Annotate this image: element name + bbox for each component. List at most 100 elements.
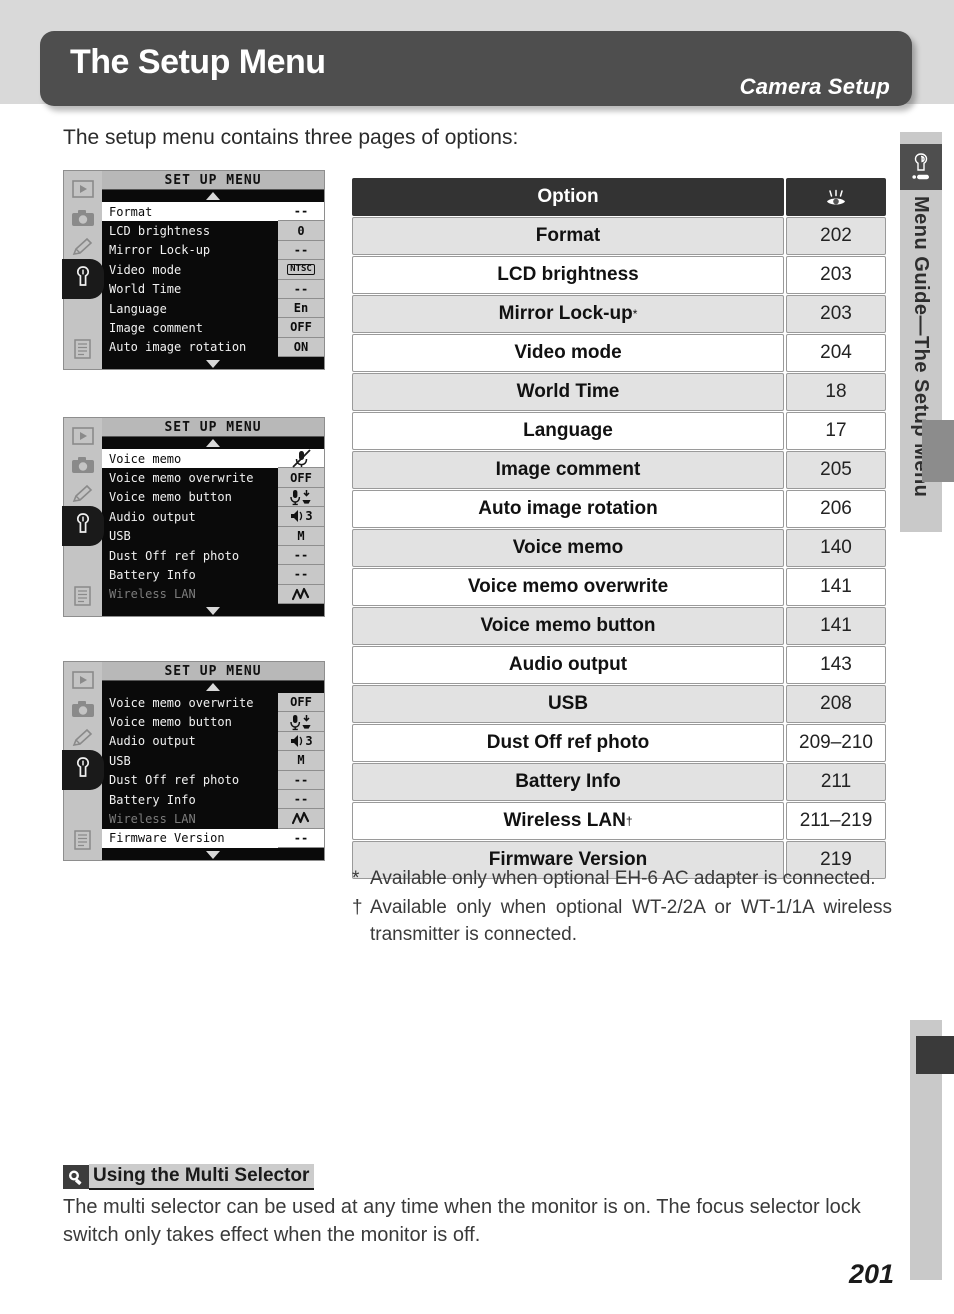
scroll-up-arrow-icon[interactable] [102,437,324,449]
lcd-menu-item[interactable]: Voice memo button [102,712,324,732]
scroll-up-arrow-icon[interactable] [102,190,324,202]
footnote-text: Available only when optional WT-2/2A or … [370,896,892,945]
lcd-menu-item-label: Video mode [109,262,182,277]
lcd-menu-item-value: -- [278,789,324,810]
lcd-menu-item[interactable]: Audio output 3 [102,731,324,752]
lcd-menu-item[interactable]: Dust Off ref photo -- [102,545,324,566]
option-name-cell: Voice memo overwrite [352,568,784,606]
lcd-menu-item-label: Wireless LAN [109,587,196,602]
option-name-cell: Audio output [352,646,784,684]
lcd-menu-item[interactable]: Language En [102,298,324,319]
option-name-label: Voice memo button [480,615,656,636]
lcd-menu-item[interactable]: Voice memo overwrite OFF [102,468,324,488]
page-number: 201 [848,1259,894,1289]
lcd-menu-item-value: 3 [278,731,324,752]
lcd-body: SET UP MENU Voice memo Voice memo overwrit… [102,418,324,616]
camera-icon[interactable] [70,697,96,721]
lcd-menu-item-label: Battery Info [109,792,196,807]
lcd-menu-item-label: Wireless LAN [109,811,196,826]
option-name-label: USB [547,693,589,714]
lcd-menu-item[interactable]: Voice memo overwrite OFF [102,693,324,713]
playback-icon[interactable] [70,177,96,201]
lcd-menu-item[interactable]: World Time -- [102,279,324,299]
mic-off-icon [278,449,324,469]
lcd-menu-item-label: Battery Info [109,567,196,582]
option-name-cell: Language [352,412,784,450]
audio-level-value: 3 [305,509,313,524]
lcd-menu-item-label: Auto image rotation [109,340,247,355]
lcd-menu-item[interactable]: Video mode NTSC [102,260,324,280]
lcd-menu-item[interactable]: Voice memo button [102,487,324,508]
lcd-menu-item[interactable]: Format -- [102,202,324,222]
lcd-menu-item-label: USB [109,753,131,768]
lcd-menu-item[interactable]: Mirror Lock-up -- [102,240,324,261]
wrench-icon[interactable] [70,511,96,535]
option-name-label: Auto image rotation [478,498,658,519]
scroll-down-arrow-icon[interactable] [102,848,324,860]
table-row: Battery Info 211 [352,763,886,801]
lcd-menu-item[interactable]: Battery Info -- [102,565,324,585]
page-reference-cell: 203 [786,256,886,294]
lcd-menu-item[interactable]: LCD brightness 0 [102,221,324,241]
lcd-menu-item-value: ON [278,337,324,357]
lcd-tab-rail [62,662,104,860]
lcd-menu-item-label: Image comment [109,320,203,335]
lcd-menu-item[interactable]: Audio output 3 [102,507,324,527]
document-icon[interactable] [70,828,96,852]
pencil-icon[interactable] [70,482,96,506]
document-icon[interactable] [70,584,96,608]
table-row: Voice memo 140 [352,529,886,567]
pencil-icon[interactable] [70,235,96,259]
lcd-menu-item[interactable]: Wireless LAN [102,809,324,829]
lcd-menu-item-label: Mirror Lock-up [109,243,211,258]
playback-icon[interactable] [70,424,96,448]
footnote-text: Available only when optional EH-6 AC ada… [370,868,876,889]
video-mode-value: NTSC [287,263,315,275]
option-name-cell: Dust Off ref photo [352,724,784,762]
lcd-menu-item[interactable]: Voice memo [102,449,324,469]
scroll-up-arrow-icon[interactable] [102,681,324,693]
lcd-menu-item-value: -- [278,565,324,585]
lcd-menu-item[interactable]: Firmware Version -- [102,828,324,848]
option-name-label: Wireless LAN [503,810,626,831]
lcd-menu-item[interactable]: Auto image rotation ON [102,337,324,357]
tip-header: Using the Multi Selector [63,1164,889,1190]
lcd-menu-item-label: Format [109,204,153,219]
playback-icon[interactable] [70,668,96,692]
page-reference-cell: 211 [786,763,886,801]
options-table: Option Format 202 LCD brightness 203 Mirror L… [352,178,886,880]
lcd-menu-item-value: -- [278,202,324,222]
lcd-menu-item-value: M [278,751,324,771]
scroll-down-arrow-icon[interactable] [102,604,324,616]
wireless-icon [278,809,324,829]
lcd-menu-item-value: -- [278,240,324,261]
scroll-down-arrow-icon[interactable] [102,357,324,369]
lcd-menu-item-value: -- [278,770,324,790]
option-name-label: Battery Info [515,771,621,792]
page-reference-cell: 209–210 [786,724,886,762]
lcd-menu-item-value: NTSC [278,260,324,280]
audio-level-value: 3 [305,733,313,748]
table-row: Dust Off ref photo 209–210 [352,724,886,762]
pencil-icon[interactable] [70,726,96,750]
lcd-menu-item[interactable]: Wireless LAN [102,584,324,604]
option-name-cell: Mirror Lock-up * [352,295,784,333]
eye-page-reference-icon [786,178,886,216]
lcd-menu-item[interactable]: USB M [102,526,324,546]
lcd-menu-item-label: Voice memo overwrite [109,695,254,710]
camera-icon[interactable] [70,206,96,230]
document-icon[interactable] [70,337,96,361]
lcd-screenshot-3: SET UP MENU Voice memo overwrite OFF Voice … [62,661,325,861]
lcd-menu-item[interactable]: USB M [102,751,324,771]
wrench-icon[interactable] [70,264,96,288]
lcd-menu-item[interactable]: Image comment OFF [102,318,324,338]
lcd-menu-item[interactable]: Dust Off ref photo -- [102,770,324,790]
lcd-menu-item-value: En [278,298,324,319]
wrench-icon[interactable] [70,755,96,779]
lcd-menu-item-label: Audio output [109,734,196,749]
lcd-menu-item-label: USB [109,529,131,544]
footnotes: * Available only when optional EH-6 AC ad… [352,866,892,951]
lcd-menu-item[interactable]: Battery Info -- [102,789,324,810]
camera-icon[interactable] [70,453,96,477]
wireless-icon [278,584,324,604]
